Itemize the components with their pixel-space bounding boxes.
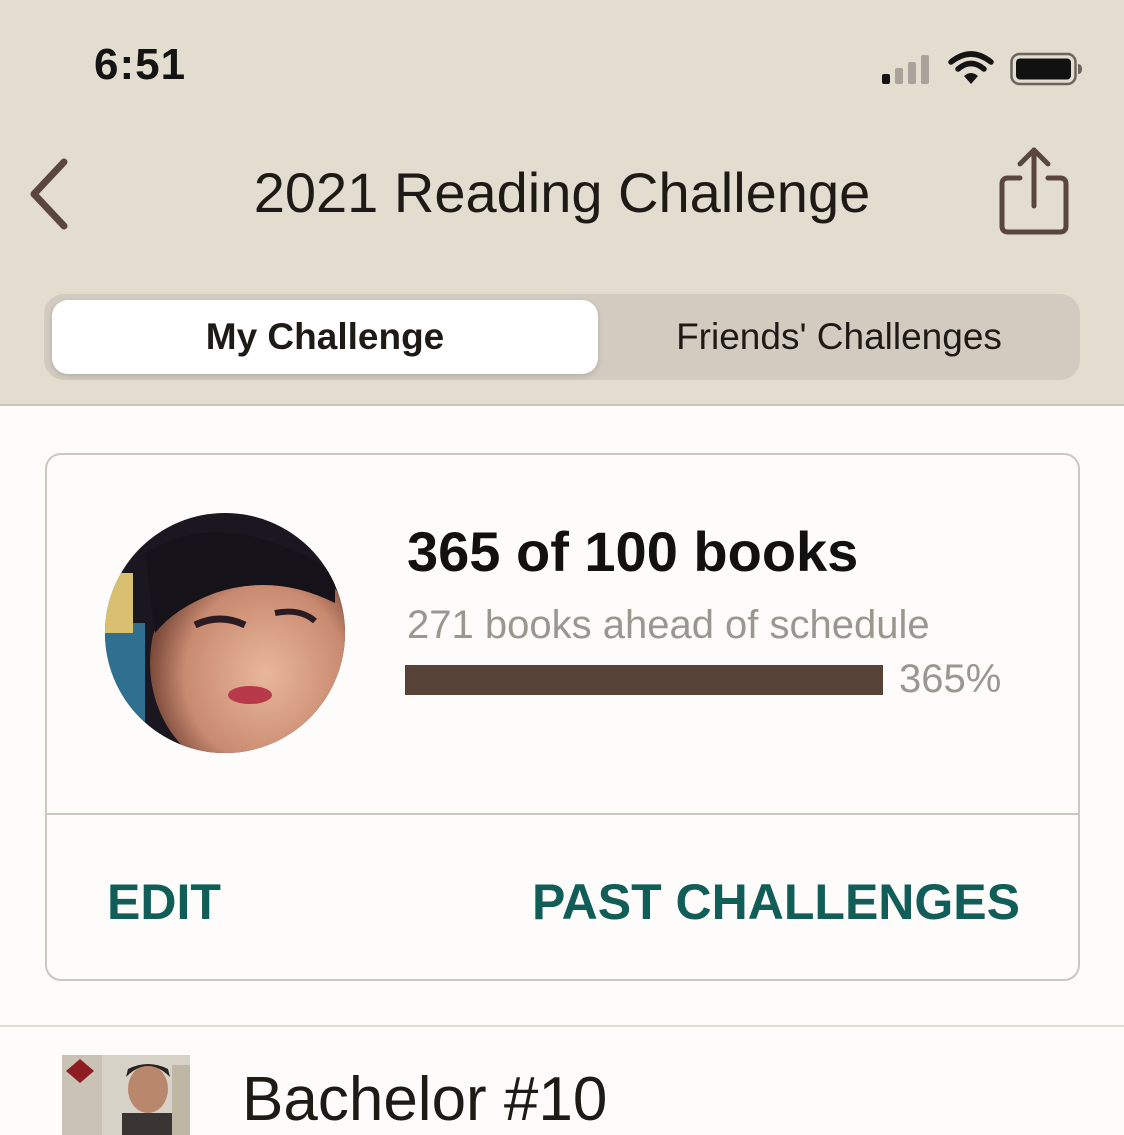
- challenge-card: 365 of 100 books 271 books ahead of sche…: [45, 453, 1080, 981]
- status-time: 6:51: [94, 40, 187, 89]
- back-chevron-icon[interactable]: [24, 154, 76, 234]
- page-title: 2021 Reading Challenge: [253, 161, 871, 224]
- progress-percent: 365%: [899, 657, 1002, 701]
- share-icon[interactable]: [994, 144, 1074, 240]
- progress-bar: [405, 665, 883, 695]
- battery-icon: [1010, 52, 1082, 86]
- book-cover[interactable]: [62, 1055, 190, 1135]
- progress-bar-fill: [405, 665, 883, 695]
- challenge-segmented-control: My Challenge Friends' Challenges: [44, 294, 1080, 380]
- cellular-signal-icon: [882, 55, 929, 84]
- list-divider: [0, 1025, 1124, 1027]
- tab-my-challenge[interactable]: My Challenge: [52, 300, 598, 374]
- schedule-status: 271 books ahead of schedule: [407, 603, 930, 647]
- books-count: 365 of 100 books: [407, 520, 859, 583]
- card-divider: [47, 813, 1078, 815]
- tab-friends-challenges[interactable]: Friends' Challenges: [604, 300, 1074, 374]
- wifi-icon: [948, 51, 994, 84]
- avatar: [105, 513, 345, 753]
- book-title[interactable]: Bachelor #10: [242, 1064, 607, 1135]
- top-header: 6:51 2021 Reading Challenge My Challenge…: [0, 0, 1124, 406]
- past-challenges-button[interactable]: PAST CHALLENGES: [532, 873, 1020, 931]
- edit-button[interactable]: EDIT: [107, 873, 221, 931]
